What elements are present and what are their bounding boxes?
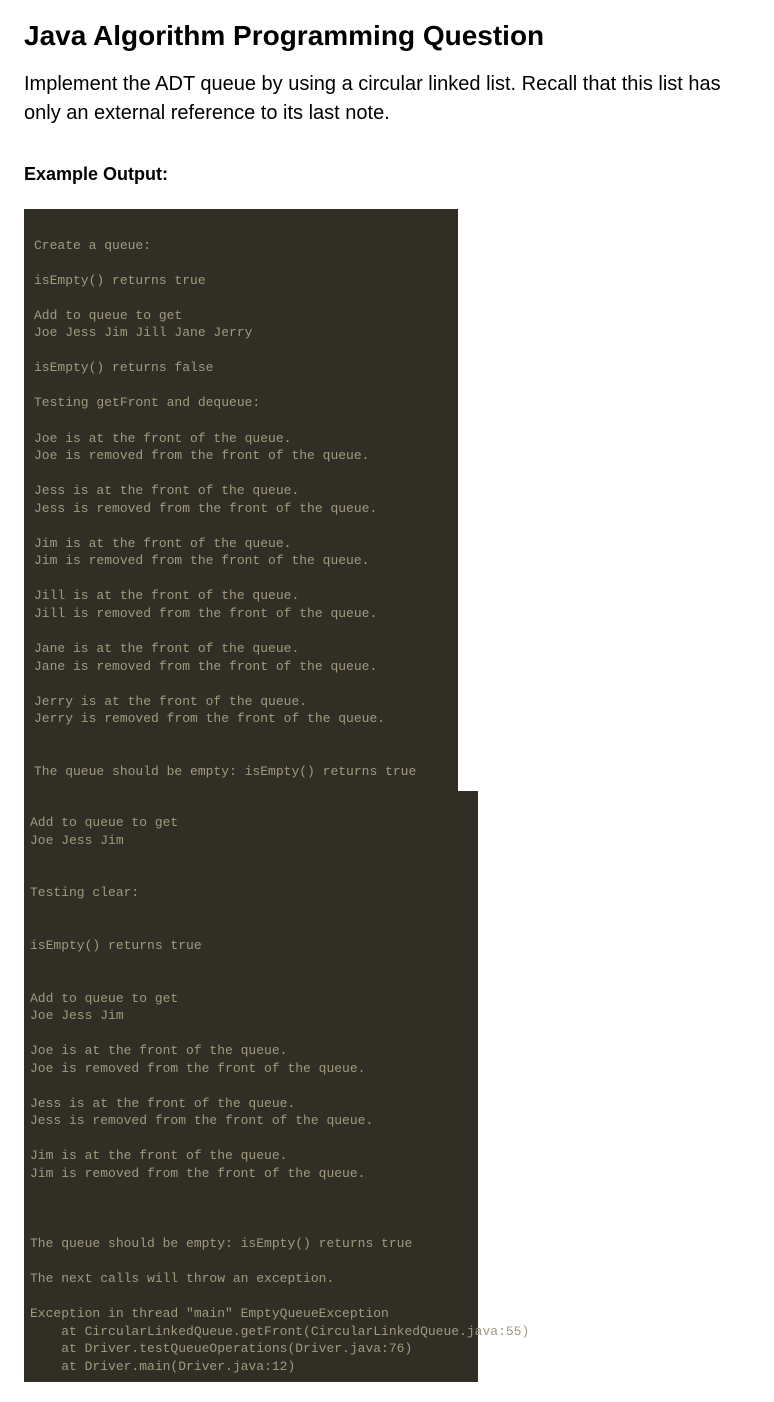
example-output-label: Example Output: xyxy=(24,164,750,185)
console-output-container: Create a queue: isEmpty() returns true A… xyxy=(24,209,750,1382)
console-output-block-1: Create a queue: isEmpty() returns true A… xyxy=(24,209,458,791)
question-description: Implement the ADT queue by using a circu… xyxy=(24,70,750,128)
page-title: Java Algorithm Programming Question xyxy=(24,20,750,52)
console-output-block-2: Add to queue to get Joe Jess Jim Testing… xyxy=(24,791,478,1382)
